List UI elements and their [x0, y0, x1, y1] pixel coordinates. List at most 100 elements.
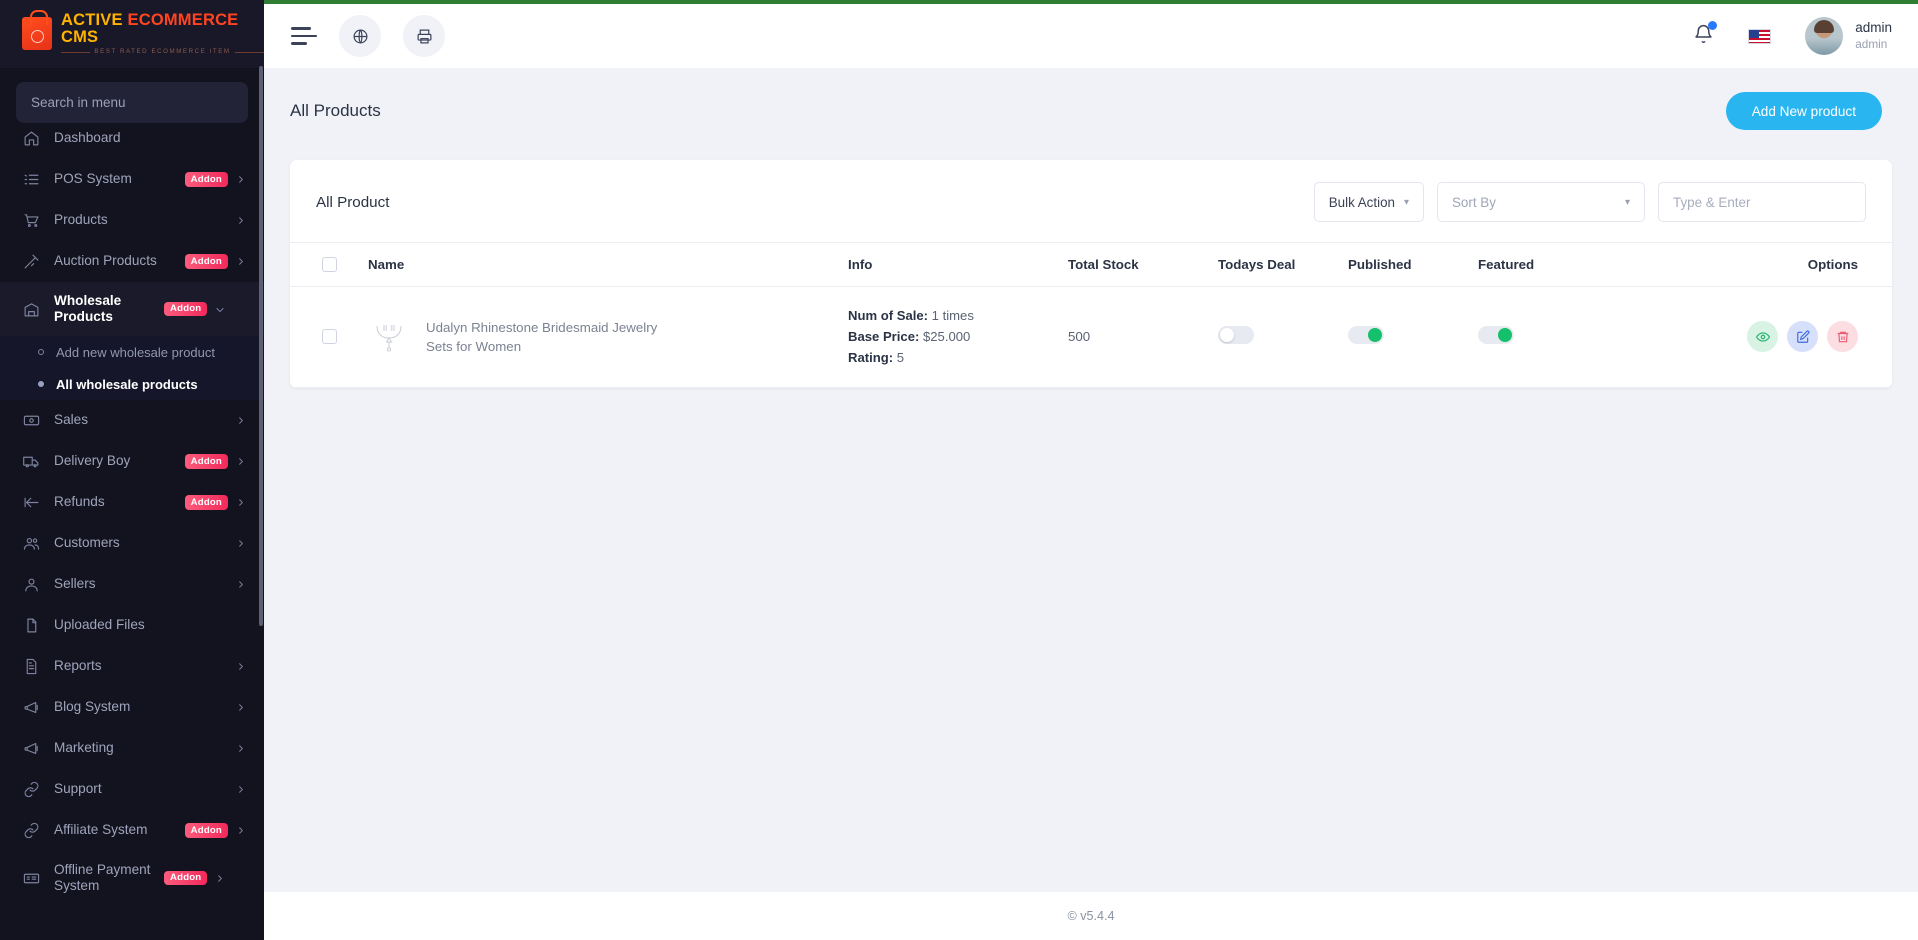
sidebar-item-label: Auction Products — [54, 253, 185, 269]
search-input[interactable]: Type & Enter — [1658, 182, 1866, 222]
bulk-action-dropdown[interactable]: Bulk Action ▾ — [1314, 182, 1424, 222]
row-select-cell — [290, 287, 368, 388]
sidebar-item-chevron[interactable] — [236, 457, 246, 466]
sidebar-item-chevron[interactable] — [236, 744, 246, 753]
notification-button[interactable] — [1693, 23, 1714, 49]
row-checkbox[interactable] — [322, 329, 337, 344]
hamburger-icon[interactable] — [291, 25, 317, 47]
chevron-right-icon — [236, 539, 245, 548]
user-icon — [23, 576, 40, 593]
sidebar-subitem-label: All wholesale products — [56, 377, 198, 392]
sidebar-item-reports[interactable]: Reports — [0, 646, 264, 687]
cart-icon-wrap — [22, 212, 41, 229]
cart-icon — [23, 212, 40, 229]
chevron-right-icon — [236, 498, 245, 507]
sidebar-subitem-add-new-wholesale-product[interactable]: Add new wholesale product — [0, 336, 264, 368]
sidebar-item-customers[interactable]: Customers — [0, 523, 264, 564]
products-table: Name Info Total Stock Todays Deal Publis… — [290, 242, 1892, 388]
table-header-options: Options — [1658, 243, 1892, 287]
sidebar-item-chevron[interactable] — [236, 826, 246, 835]
select-all-checkbox[interactable] — [322, 257, 337, 272]
user-role: admin — [1855, 37, 1892, 53]
user-name: admin — [1855, 19, 1892, 37]
delete-button[interactable] — [1827, 321, 1858, 352]
sidebar-item-chevron[interactable] — [236, 580, 246, 589]
chevron-right-icon — [236, 175, 245, 184]
truck-icon-wrap — [22, 453, 41, 470]
document-icon-wrap — [22, 658, 41, 675]
edit-button[interactable] — [1787, 321, 1818, 352]
sidebar-item-chevron[interactable] — [236, 257, 246, 266]
print-button[interactable] — [403, 15, 445, 57]
money-icon — [23, 412, 40, 429]
product-name[interactable]: Udalyn Rhinestone Bridesmaid Jewelry Set… — [426, 318, 661, 357]
sidebar-item-offline-payment-system[interactable]: Offline Payment SystemAddon — [0, 851, 264, 905]
table-header-row: Name Info Total Stock Todays Deal Publis… — [290, 243, 1892, 287]
sidebar-item-sellers[interactable]: Sellers — [0, 564, 264, 605]
sidebar-item-chevron[interactable] — [215, 304, 225, 315]
chevron-right-icon — [236, 257, 245, 266]
view-button[interactable] — [1747, 321, 1778, 352]
link-icon-wrap — [22, 822, 41, 839]
sidebar-item-label: POS System — [54, 171, 185, 187]
sidebar-item-label: Support — [54, 781, 236, 797]
user-icon-wrap — [22, 576, 41, 593]
sidebar-item-chevron[interactable] — [236, 216, 246, 225]
sidebar-item-auction-products[interactable]: Auction ProductsAddon — [0, 241, 264, 282]
sidebar-item-dashboard[interactable]: Dashboard — [0, 118, 264, 159]
num-of-sale-label: Num of Sale: — [848, 308, 928, 323]
sidebar-item-uploaded-files[interactable]: Uploaded Files — [0, 605, 264, 646]
sidebar-item-chevron[interactable] — [236, 662, 246, 671]
brand-name-part3: CMS — [61, 28, 98, 46]
sidebar-item-wholesale-products[interactable]: Wholesale ProductsAddon — [0, 282, 264, 336]
chevron-down-icon — [215, 304, 225, 315]
sidebar-item-chevron[interactable] — [236, 539, 246, 548]
search-input[interactable] — [16, 82, 248, 123]
sidebar-subitem-label: Add new wholesale product — [56, 345, 215, 360]
rating-label: Rating: — [848, 350, 893, 365]
sidebar-scrollbar[interactable] — [259, 66, 263, 626]
globe-button[interactable] — [339, 15, 381, 57]
chevron-right-icon — [236, 457, 245, 466]
sidebar-item-sales[interactable]: Sales — [0, 400, 264, 441]
sidebar-item-blog-system[interactable]: Blog System — [0, 687, 264, 728]
card-title: All Product — [316, 194, 389, 211]
sidebar-item-chevron[interactable] — [236, 703, 246, 712]
bulk-action-label: Bulk Action — [1329, 195, 1395, 210]
brand-name: ACTIVE ECOMMERCE CMS — [61, 12, 264, 45]
sidebar-item-chevron[interactable] — [215, 874, 225, 883]
total-stock-value: 500 — [1068, 287, 1218, 388]
sidebar-subitem-all-wholesale-products[interactable]: All wholesale products — [0, 368, 264, 400]
us-flag-icon[interactable] — [1748, 29, 1771, 44]
sidebar-item-affiliate-system[interactable]: Affiliate SystemAddon — [0, 810, 264, 851]
sidebar-item-chevron[interactable] — [236, 175, 246, 184]
megaphone-icon-wrap — [22, 699, 41, 716]
published-toggle[interactable] — [1348, 326, 1384, 344]
todays-deal-toggle[interactable] — [1218, 326, 1254, 344]
avatar[interactable] — [1805, 17, 1843, 55]
user-info[interactable]: admin admin — [1855, 19, 1892, 53]
published-cell — [1348, 287, 1478, 388]
sidebar-item-chevron[interactable] — [236, 785, 246, 794]
sidebar-item-marketing[interactable]: Marketing — [0, 728, 264, 769]
add-new-product-button[interactable]: Add New product — [1726, 92, 1882, 130]
featured-toggle[interactable] — [1478, 326, 1514, 344]
sidebar-item-pos-system[interactable]: POS SystemAddon — [0, 159, 264, 200]
sidebar-item-delivery-boy[interactable]: Delivery BoyAddon — [0, 441, 264, 482]
footer: © v5.4.4 — [264, 892, 1918, 940]
sidebar-item-chevron[interactable] — [236, 416, 246, 425]
document-icon — [23, 658, 40, 675]
sidebar-item-refunds[interactable]: RefundsAddon — [0, 482, 264, 523]
chevron-right-icon — [236, 785, 245, 794]
chevron-right-icon — [236, 703, 245, 712]
brand-logo[interactable]: ACTIVE ECOMMERCE CMS BEST RATED ECOMMERC… — [0, 0, 264, 68]
chevron-right-icon — [236, 662, 245, 671]
sort-by-dropdown[interactable]: Sort By ▾ — [1437, 182, 1645, 222]
list-icon-wrap — [22, 171, 41, 188]
sidebar-item-support[interactable]: Support — [0, 769, 264, 810]
addon-badge: Addon — [185, 454, 228, 469]
sidebar-submenu-wholesale-products: Add new wholesale product All wholesale p… — [0, 336, 264, 400]
sidebar-item-products[interactable]: Products — [0, 200, 264, 241]
home-icon — [23, 130, 40, 147]
sidebar-item-chevron[interactable] — [236, 498, 246, 507]
